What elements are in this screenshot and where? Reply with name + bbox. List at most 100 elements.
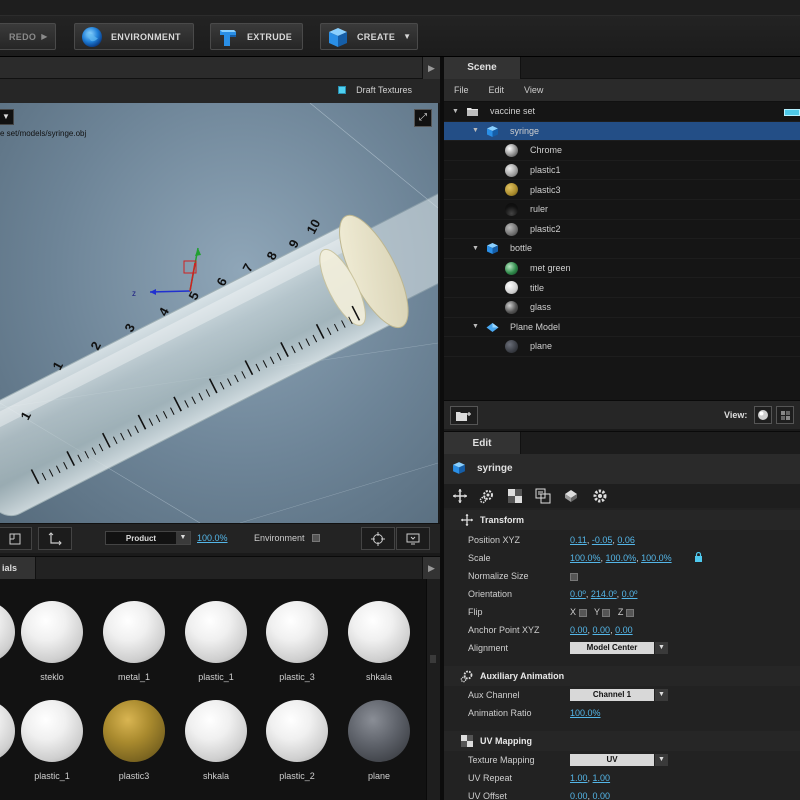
- tab-scene[interactable]: Scene: [444, 57, 521, 79]
- focus-button[interactable]: [361, 527, 395, 550]
- view-dropdown[interactable]: ▼: [0, 109, 14, 125]
- flip-x-checkbox[interactable]: [578, 608, 587, 617]
- menu-edit[interactable]: Edit: [489, 85, 505, 95]
- axis-button[interactable]: [38, 527, 72, 550]
- aux-channel-select[interactable]: Channel 1: [570, 689, 654, 701]
- move-icon[interactable]: [452, 488, 468, 504]
- presentation-button[interactable]: [396, 527, 430, 550]
- 3d-viewport[interactable]: 1 1 2 3 4 5 6 7 8 9 10 z ▼ e set/models/…: [0, 103, 438, 523]
- section-transform[interactable]: Transform: [444, 510, 800, 530]
- scale-z[interactable]: 100.0%: [641, 553, 672, 563]
- tab-materials[interactable]: ials: [0, 557, 36, 580]
- material-thumb[interactable]: plastic_1: [12, 700, 92, 781]
- view-sphere-button[interactable]: [754, 406, 772, 424]
- chevron-down-icon[interactable]: ▼: [655, 689, 668, 701]
- scale-x[interactable]: 100.0%: [570, 553, 601, 563]
- expand-triangle-icon[interactable]: ▼: [472, 245, 479, 252]
- tree-row-bottle[interactable]: ▼ bottle: [444, 239, 800, 259]
- tree-row-title[interactable]: title: [444, 278, 800, 298]
- panel-collapse-arrow-icon[interactable]: ▶: [422, 557, 440, 580]
- flip-y-checkbox[interactable]: [602, 608, 611, 617]
- menu-file[interactable]: File: [454, 85, 469, 95]
- tree-row-plastic2[interactable]: plastic2: [444, 220, 800, 240]
- tree-row-glass[interactable]: glass: [444, 298, 800, 318]
- expand-triangle-icon[interactable]: ▼: [472, 323, 479, 330]
- draft-textures-checkbox[interactable]: [338, 86, 347, 94]
- lock-icon[interactable]: [694, 552, 703, 562]
- orientation-z[interactable]: 0.0º: [622, 589, 638, 599]
- tree-row-met-green[interactable]: met green: [444, 259, 800, 279]
- normalize-checkbox[interactable]: [570, 572, 578, 581]
- gears-icon[interactable]: [479, 488, 495, 504]
- tree-row-vaccine-set[interactable]: ▼ vaccine set: [444, 102, 800, 122]
- section-title: Auxiliary Animation: [480, 671, 565, 681]
- position-y[interactable]: -0.05: [592, 535, 613, 545]
- visibility-toggle[interactable]: [784, 109, 800, 116]
- checker-icon[interactable]: [507, 488, 523, 504]
- scene-footer: View:: [444, 400, 800, 429]
- tree-row-syringe[interactable]: ▼ syringe: [444, 121, 800, 142]
- material-thumb[interactable]: plastic_1: [176, 601, 256, 682]
- environment-checkbox[interactable]: [312, 534, 320, 542]
- uv-map-icon[interactable]: [535, 488, 551, 504]
- shadow-icon[interactable]: [563, 488, 579, 504]
- material-thumb[interactable]: plastic_3: [257, 601, 337, 682]
- tree-row-plastic3[interactable]: plastic3: [444, 180, 800, 200]
- uv-repeat-v[interactable]: 1.00: [593, 773, 611, 783]
- maximize-icon[interactable]: ⤢: [414, 109, 432, 127]
- materials-scrollbar[interactable]: [426, 579, 440, 800]
- scene-menu-bar: File Edit View: [444, 79, 800, 102]
- chevron-down-icon[interactable]: ▼: [655, 642, 668, 654]
- position-z[interactable]: 0.06: [617, 535, 635, 545]
- tree-row-plane[interactable]: plane: [444, 337, 800, 357]
- anchor-y[interactable]: 0.00: [593, 625, 611, 635]
- material-thumb[interactable]: shkala: [339, 601, 419, 682]
- expand-triangle-icon[interactable]: ▼: [472, 127, 479, 134]
- tab-edit[interactable]: Edit: [444, 432, 521, 455]
- gear-icon[interactable]: [592, 488, 608, 504]
- tree-row-plastic1[interactable]: plastic1: [444, 161, 800, 181]
- material-thumb[interactable]: metal_1: [94, 601, 174, 682]
- section-aux-animation[interactable]: Auxiliary Animation: [444, 666, 800, 686]
- scale-y[interactable]: 100.0%: [606, 553, 637, 563]
- material-thumb[interactable]: shkala: [176, 700, 256, 781]
- environment-button[interactable]: ENVIRONMENT: [74, 23, 194, 50]
- zoom-value[interactable]: 100.0%: [197, 533, 228, 543]
- redo-button[interactable]: REDO ▶: [0, 23, 56, 50]
- panel-collapse-arrow-icon[interactable]: ▶: [422, 57, 440, 79]
- tree-row-chrome[interactable]: Chrome: [444, 141, 800, 161]
- camera-mode-select[interactable]: Product ▼: [105, 531, 191, 545]
- new-group-button[interactable]: [450, 406, 478, 425]
- material-thumb[interactable]: plastic_2: [257, 700, 337, 781]
- extrude-button[interactable]: EXTRUDE: [210, 23, 303, 50]
- scrollbar-grip[interactable]: [430, 655, 436, 663]
- orientation-y[interactable]: 214.0º: [591, 589, 617, 599]
- viewport-toolbar: Draft Textures: [0, 79, 440, 103]
- expand-triangle-icon[interactable]: ▼: [452, 108, 459, 115]
- position-x[interactable]: 0.11: [570, 535, 587, 545]
- uv-repeat-u[interactable]: 1.00: [570, 773, 588, 783]
- draft-textures-toggle[interactable]: Draft Textures: [338, 85, 412, 95]
- camera-frame-button[interactable]: [0, 527, 32, 550]
- uv-offset-u[interactable]: 0.00: [570, 791, 588, 800]
- create-button[interactable]: CREATE ▼: [320, 23, 418, 50]
- material-thumb[interactable]: plastic3: [94, 700, 174, 781]
- chevron-down-icon[interactable]: ▼: [655, 754, 668, 766]
- uv-offset-v[interactable]: 0.00: [593, 791, 611, 800]
- menu-view[interactable]: View: [524, 85, 543, 95]
- tree-row-plane-model[interactable]: ▼ Plane Model: [444, 318, 800, 338]
- alignment-select[interactable]: Model Center: [570, 642, 654, 654]
- transform-gizmo[interactable]: z: [132, 247, 201, 298]
- material-thumb[interactable]: steklo: [12, 601, 92, 682]
- anchor-x[interactable]: 0.00: [570, 625, 588, 635]
- animation-ratio-value[interactable]: 100.0%: [570, 708, 601, 718]
- flip-z-checkbox[interactable]: [625, 608, 634, 617]
- cube-icon: [453, 462, 465, 474]
- section-uv-mapping[interactable]: UV Mapping: [444, 731, 800, 751]
- tree-row-ruler[interactable]: ruler: [444, 200, 800, 220]
- orientation-x[interactable]: 0.0º: [570, 589, 586, 599]
- texture-mapping-select[interactable]: UV: [570, 754, 654, 766]
- material-thumb[interactable]: plane: [339, 700, 419, 781]
- anchor-z[interactable]: 0.00: [615, 625, 633, 635]
- view-grid-button[interactable]: [776, 406, 794, 424]
